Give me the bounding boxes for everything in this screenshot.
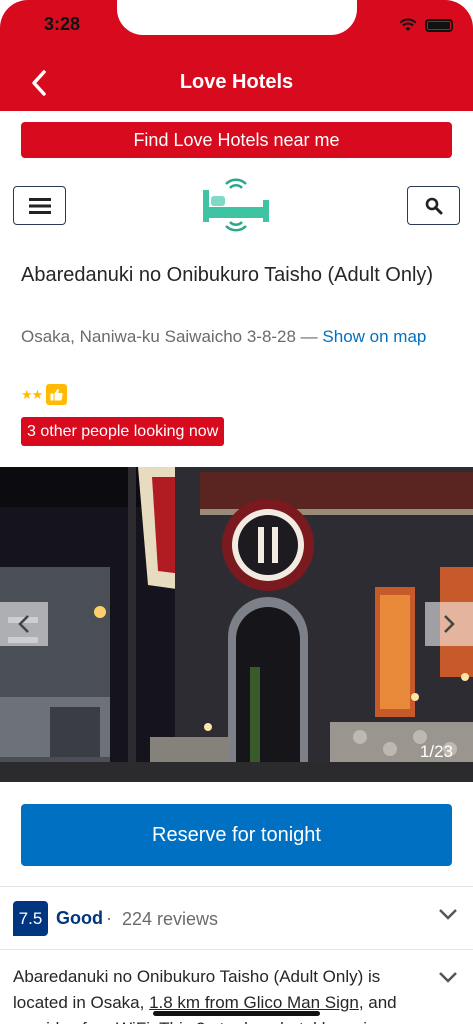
chevron-down-icon[interactable] [437,907,459,921]
menu-button[interactable] [13,186,66,225]
show-on-map-link[interactable]: Show on map [322,327,426,346]
chevron-right-icon [444,615,455,633]
chevron-left-icon [18,615,29,633]
divider [0,949,473,950]
review-count: 224 reviews [122,909,219,929]
search-icon [425,197,442,214]
search-button[interactable] [407,186,460,225]
star-rating: ★★ [21,384,68,405]
app-header: 3:28 Love Hotels [0,0,473,111]
find-nearby-button[interactable]: Find Love Hotels near me [21,122,452,158]
status-icons [399,18,453,32]
page-title: Love Hotels [179,71,294,93]
divider [0,886,473,887]
status-time: 3:28 [44,14,81,34]
love-hotel-logo [203,178,269,232]
landmark-distance-link[interactable]: 1.8 km from Glico Man Sign [149,993,359,1012]
hotel-address: Osaka, Naniwa-ku Saiwaicho 3-8-28 — Show… [21,324,441,350]
address-text: Osaka, Naniwa-ku Saiwaicho 3-8-28 — [21,327,323,346]
wifi-icon [399,18,417,31]
gallery-prev-button[interactable] [0,602,48,646]
review-score-badge: 7.5 [13,901,48,936]
home-indicator [153,1011,320,1016]
gallery-next-button[interactable] [425,602,473,646]
hamburger-icon [28,197,51,214]
hotel-photo [0,467,473,782]
review-score-word: Good [56,908,103,928]
reserve-button[interactable]: Reserve for tonight [21,804,452,866]
gallery-counter: 1/23 [419,742,453,761]
thumbs-up-icon [46,384,68,405]
battery-icon [425,18,453,32]
device-notch [117,0,357,35]
star-icons: ★★ [21,386,43,402]
review-separator: · [106,908,112,928]
looking-now-badge: 3 other people looking now [21,417,225,446]
photo-gallery[interactable]: 1/23 [0,467,473,782]
chevron-down-icon[interactable] [437,970,459,984]
hotel-name: Abaredanuki no Onibukuro Taisho (Adult O… [21,264,434,286]
